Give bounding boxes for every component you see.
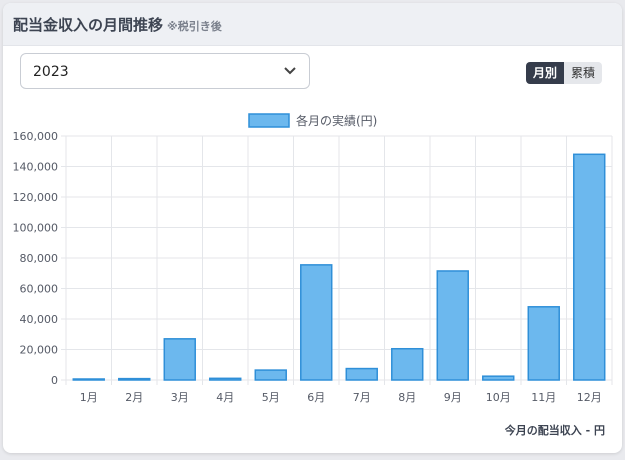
dividend-bar-chart: 0 20,000 40,000 60,000 80,000 100,000 120,000 1… bbox=[13, 113, 613, 404]
bar-10 bbox=[482, 375, 515, 381]
x-tick-label: 11月 bbox=[531, 391, 556, 404]
y-tick-label: 0 bbox=[51, 374, 58, 387]
x-tick-label: 2月 bbox=[125, 391, 143, 404]
x-tick-label: 9月 bbox=[444, 391, 462, 404]
bar-12 bbox=[573, 153, 606, 381]
x-tick-label: 6月 bbox=[307, 391, 325, 404]
chevron-down-icon bbox=[284, 67, 296, 75]
x-tick-label: 4月 bbox=[216, 391, 234, 404]
card-header: 配当金収入の月間推移 ※税引き後 bbox=[3, 3, 622, 46]
bar-6 bbox=[300, 264, 333, 381]
bar-8 bbox=[391, 347, 424, 381]
y-tick-label: 60,000 bbox=[20, 283, 59, 296]
legend-label: 各月の実績(円) bbox=[296, 113, 377, 128]
x-tick-label: 1月 bbox=[80, 391, 98, 404]
current-month-value: - 円 bbox=[585, 424, 605, 437]
bar-1 bbox=[72, 378, 105, 381]
monthly-toggle-button[interactable]: 月別 bbox=[526, 62, 565, 84]
x-tick-label: 7月 bbox=[353, 391, 371, 404]
x-tick-label: 8月 bbox=[398, 391, 416, 404]
title-text: 配当金収入の月間推移 bbox=[13, 16, 164, 34]
bar-11 bbox=[527, 306, 560, 381]
legend-swatch bbox=[248, 113, 290, 128]
y-tick-label: 40,000 bbox=[20, 313, 59, 326]
current-month-dividend: 今月の配当収入 - 円 bbox=[505, 422, 605, 438]
tax-note: ※税引き後 bbox=[167, 20, 222, 33]
y-tick-label: 140,000 bbox=[13, 161, 59, 174]
x-tick-label: 12月 bbox=[577, 391, 602, 404]
bar-2 bbox=[118, 377, 151, 381]
bar-4 bbox=[209, 377, 242, 381]
y-tick-label: 20,000 bbox=[20, 344, 59, 357]
year-select-value: 2023 bbox=[33, 64, 69, 80]
x-tick-label: 3月 bbox=[171, 391, 189, 404]
dividend-card: 配当金収入の月間推移 ※税引き後 2023 月別 累積 0 20,000 40,000… bbox=[3, 3, 622, 453]
y-tick-label: 80,000 bbox=[20, 252, 59, 265]
x-tick-label: 5月 bbox=[262, 391, 280, 404]
x-tick-label: 10月 bbox=[486, 391, 511, 404]
bar-7 bbox=[345, 367, 378, 381]
view-toggle: 月別 累積 bbox=[526, 62, 603, 84]
y-tick-label: 120,000 bbox=[13, 191, 59, 204]
bar-9 bbox=[436, 270, 469, 381]
bar-3 bbox=[163, 338, 196, 381]
y-tick-label: 160,000 bbox=[13, 130, 59, 143]
card-title: 配当金収入の月間推移 ※税引き後 bbox=[13, 14, 222, 35]
cumulative-toggle-button[interactable]: 累積 bbox=[564, 62, 603, 84]
y-tick-label: 100,000 bbox=[13, 222, 59, 235]
current-month-label: 今月の配当収入 bbox=[504, 424, 582, 437]
year-select[interactable]: 2023 bbox=[20, 53, 310, 89]
bar-5 bbox=[254, 369, 287, 381]
